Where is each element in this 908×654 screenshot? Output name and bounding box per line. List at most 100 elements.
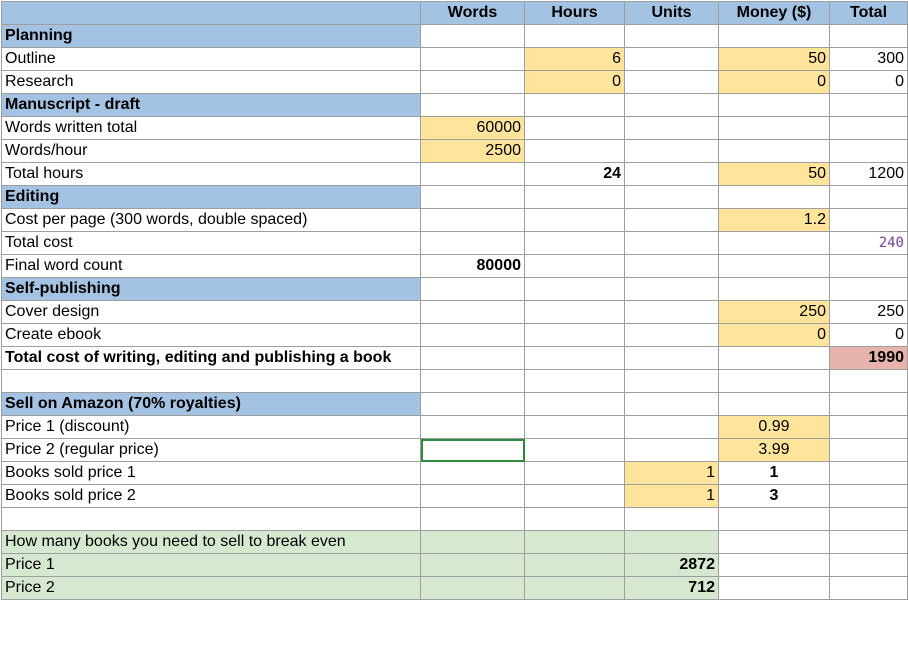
row-label-be-price2[interactable]: Price 2: [1, 576, 421, 600]
cost-page-money-cell[interactable]: 1.2: [718, 208, 830, 232]
header-corner-cell[interactable]: [1, 1, 421, 25]
words-hour-cell[interactable]: 2500: [420, 139, 525, 163]
header-money[interactable]: Money ($): [718, 1, 830, 25]
cell[interactable]: [829, 461, 908, 485]
cell[interactable]: [420, 323, 525, 347]
cell[interactable]: [420, 461, 525, 485]
header-hours[interactable]: Hours: [524, 1, 625, 25]
cell[interactable]: [420, 507, 525, 531]
cell[interactable]: [420, 185, 525, 209]
outline-hours-cell[interactable]: 6: [524, 47, 625, 71]
cell[interactable]: [624, 369, 719, 393]
cell[interactable]: [420, 346, 525, 370]
total-hours-total-cell[interactable]: 1200: [829, 162, 908, 186]
cell[interactable]: [524, 392, 625, 416]
section-amazon[interactable]: Sell on Amazon (70% royalties): [1, 392, 421, 416]
cell[interactable]: [524, 415, 625, 439]
ebook-total-cell[interactable]: 0: [829, 323, 908, 347]
cell[interactable]: [1, 369, 421, 393]
cell[interactable]: [420, 93, 525, 117]
cell[interactable]: [624, 93, 719, 117]
grand-total-cell[interactable]: 1990: [829, 346, 908, 370]
cell[interactable]: [829, 185, 908, 209]
cell[interactable]: [829, 139, 908, 163]
cell[interactable]: [420, 24, 525, 48]
cell[interactable]: [420, 415, 525, 439]
cell[interactable]: [718, 277, 830, 301]
final-words-cell[interactable]: 80000: [420, 254, 525, 278]
row-label-research[interactable]: Research: [1, 70, 421, 94]
words-total-cell[interactable]: 60000: [420, 116, 525, 140]
cell[interactable]: [624, 47, 719, 71]
cell[interactable]: [524, 553, 625, 577]
sold2-units-cell[interactable]: 1: [624, 484, 719, 508]
ebook-money-cell[interactable]: 0: [718, 323, 830, 347]
cell[interactable]: [624, 254, 719, 278]
cell[interactable]: [718, 392, 830, 416]
cell[interactable]: [524, 93, 625, 117]
cell[interactable]: [718, 346, 830, 370]
cell[interactable]: [624, 323, 719, 347]
price2-money-cell[interactable]: 3.99: [718, 438, 830, 462]
cell[interactable]: [524, 323, 625, 347]
cell[interactable]: [718, 576, 830, 600]
cell[interactable]: [829, 277, 908, 301]
be-price2-units-cell[interactable]: 712: [624, 576, 719, 600]
cell[interactable]: [718, 369, 830, 393]
price1-money-cell[interactable]: 0.99: [718, 415, 830, 439]
research-total-cell[interactable]: 0: [829, 70, 908, 94]
cell[interactable]: [524, 24, 625, 48]
cell[interactable]: [829, 208, 908, 232]
cell[interactable]: [829, 93, 908, 117]
cell[interactable]: [624, 277, 719, 301]
row-label-final-words[interactable]: Final word count: [1, 254, 421, 278]
header-units[interactable]: Units: [624, 1, 719, 25]
cell[interactable]: [829, 24, 908, 48]
cell[interactable]: [524, 116, 625, 140]
cell[interactable]: [420, 484, 525, 508]
row-label-outline[interactable]: Outline: [1, 47, 421, 71]
cell[interactable]: [718, 93, 830, 117]
row-label-total-hours[interactable]: Total hours: [1, 162, 421, 186]
row-label-cost-page[interactable]: Cost per page (300 words, double spaced): [1, 208, 421, 232]
section-manuscript[interactable]: Manuscript - draft: [1, 93, 421, 117]
cell[interactable]: [829, 553, 908, 577]
cell[interactable]: [624, 139, 719, 163]
selected-cell[interactable]: [420, 438, 525, 462]
cell[interactable]: [524, 277, 625, 301]
cell[interactable]: [718, 24, 830, 48]
sold1-money-cell[interactable]: 1: [718, 461, 830, 485]
cell[interactable]: [829, 576, 908, 600]
cell[interactable]: [420, 300, 525, 324]
cell[interactable]: [718, 139, 830, 163]
cell[interactable]: [420, 392, 525, 416]
section-editing[interactable]: Editing: [1, 185, 421, 209]
row-label-price2[interactable]: Price 2 (regular price): [1, 438, 421, 462]
outline-money-cell[interactable]: 50: [718, 47, 830, 71]
row-label-sold2[interactable]: Books sold price 2: [1, 484, 421, 508]
cell[interactable]: [829, 254, 908, 278]
cell[interactable]: [829, 415, 908, 439]
cell[interactable]: [624, 300, 719, 324]
cell[interactable]: [420, 277, 525, 301]
cell[interactable]: [829, 507, 908, 531]
cell[interactable]: [420, 553, 525, 577]
be-price1-units-cell[interactable]: 2872: [624, 553, 719, 577]
cell[interactable]: [524, 438, 625, 462]
sold2-money-cell[interactable]: 3: [718, 484, 830, 508]
cell[interactable]: [718, 553, 830, 577]
cell[interactable]: [624, 346, 719, 370]
research-money-cell[interactable]: 0: [718, 70, 830, 94]
cell[interactable]: [718, 507, 830, 531]
cell[interactable]: [1, 507, 421, 531]
cell[interactable]: [420, 70, 525, 94]
section-planning[interactable]: Planning: [1, 24, 421, 48]
cell[interactable]: [718, 231, 830, 255]
cover-total-cell[interactable]: 250: [829, 300, 908, 324]
row-label-price1[interactable]: Price 1 (discount): [1, 415, 421, 439]
cell[interactable]: [829, 369, 908, 393]
row-label-ebook[interactable]: Create ebook: [1, 323, 421, 347]
cell[interactable]: [624, 530, 719, 554]
cell[interactable]: [624, 208, 719, 232]
cell[interactable]: [624, 116, 719, 140]
